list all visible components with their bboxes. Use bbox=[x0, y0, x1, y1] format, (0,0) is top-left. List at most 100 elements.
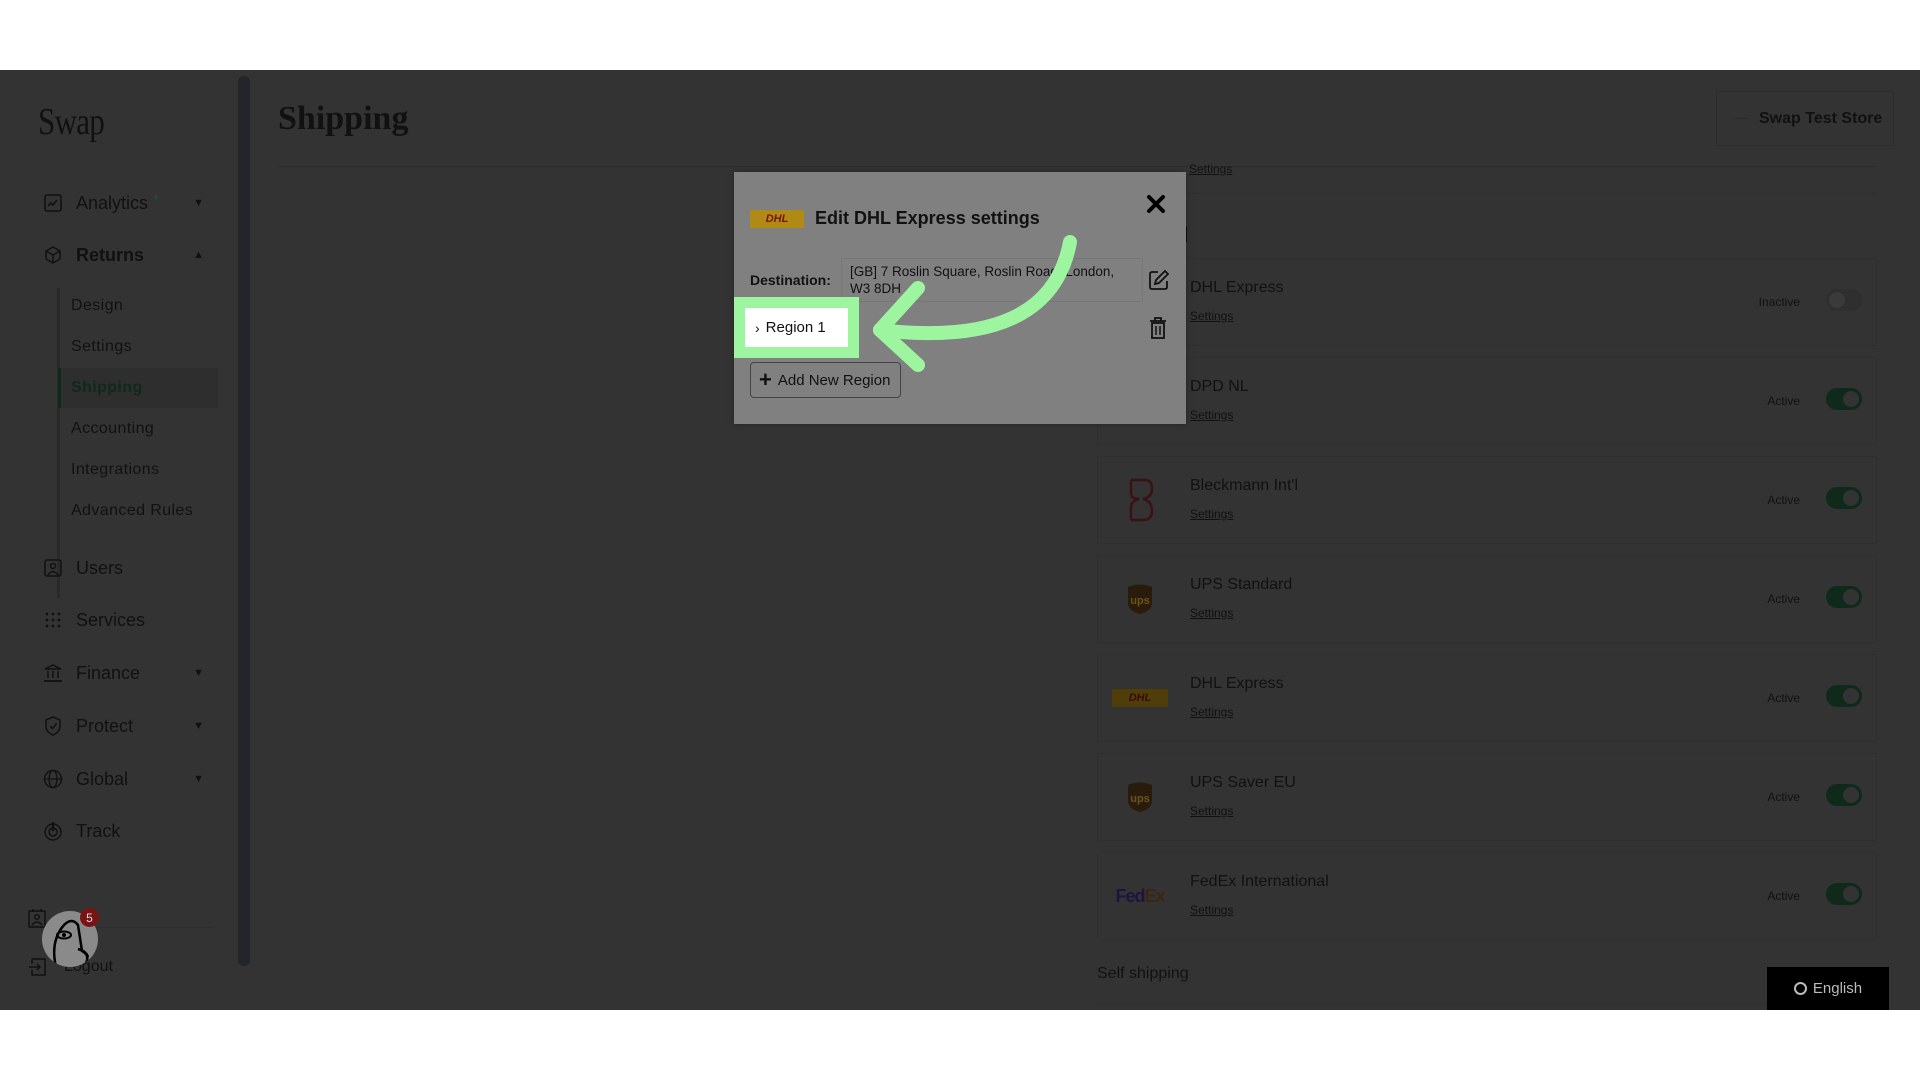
carrier-settings-link[interactable]: Settings bbox=[1190, 606, 1233, 620]
dhl-logo: DHL bbox=[1112, 673, 1168, 723]
bleckmann-logo bbox=[1112, 475, 1168, 525]
sidebar-subitem-design[interactable]: Design bbox=[58, 286, 218, 326]
bank-icon bbox=[42, 662, 64, 684]
ups-logo: ups bbox=[1112, 574, 1168, 624]
carrier-status: Active bbox=[1767, 394, 1800, 408]
carrier-name: DPD NL bbox=[1190, 378, 1249, 395]
sidebar-item-finance[interactable]: Finance ▼ bbox=[42, 658, 212, 688]
carrier-card: DHL Express Settings Inactive bbox=[1097, 258, 1877, 346]
sidebar-item-label: Global bbox=[76, 768, 129, 789]
carrier-status: Active bbox=[1767, 493, 1800, 507]
edit-destination-button[interactable] bbox=[1148, 269, 1170, 291]
edit-icon bbox=[1149, 269, 1170, 290]
sidebar-item-services[interactable]: Services bbox=[42, 605, 212, 635]
store-indicator bbox=[1733, 118, 1749, 119]
chevron-down-icon: ▼ bbox=[193, 773, 204, 785]
language-selector[interactable]: English bbox=[1767, 967, 1889, 1010]
carrier-card: DPD NL Settings Active bbox=[1097, 357, 1877, 445]
logout-icon bbox=[28, 957, 48, 977]
sidebar-item-users[interactable]: Users bbox=[42, 553, 212, 583]
carrier-active-toggle[interactable] bbox=[1826, 586, 1862, 608]
dhl-logo: DHL bbox=[750, 210, 804, 228]
sparkle-icon: ✦ bbox=[152, 192, 161, 204]
carrier-status: Active bbox=[1767, 889, 1800, 903]
title-divider bbox=[278, 166, 1878, 167]
sidebar-subitem-accounting[interactable]: Accounting bbox=[58, 409, 218, 449]
chevron-up-icon: ▲ bbox=[193, 249, 204, 261]
ups-logo: ups bbox=[1112, 772, 1168, 822]
card-divider bbox=[1097, 1003, 1877, 1004]
carrier-status: Active bbox=[1767, 592, 1800, 606]
destination-label: Destination: bbox=[750, 272, 831, 288]
close-button[interactable] bbox=[1146, 194, 1168, 216]
globe-icon bbox=[42, 768, 64, 790]
carrier-card: ups UPS Saver EU Settings Active bbox=[1097, 753, 1877, 841]
chevron-down-icon: ▼ bbox=[193, 720, 204, 732]
self-shipping-heading: Self shipping bbox=[1097, 965, 1189, 982]
sidebar-item-protect[interactable]: Protect ▼ bbox=[42, 711, 212, 741]
carrier-settings-link[interactable]: Settings bbox=[1190, 309, 1233, 323]
globe-icon bbox=[1793, 982, 1807, 995]
sidebar-item-returns[interactable]: Returns ▲ bbox=[42, 240, 212, 270]
language-label: English bbox=[1812, 980, 1863, 997]
carrier-active-toggle[interactable] bbox=[1826, 289, 1862, 311]
svg-text:ups: ups bbox=[1130, 793, 1150, 805]
store-selector[interactable]: Swap Test Store bbox=[1716, 91, 1894, 146]
carrier-card: ups UPS Standard Settings Active bbox=[1097, 555, 1877, 643]
carrier-active-toggle[interactable] bbox=[1826, 685, 1862, 707]
destination-field[interactable]: [GB] 7 Roslin Square, Roslin Road, Londo… bbox=[841, 258, 1143, 302]
sidebar-item-label: Services bbox=[76, 609, 146, 630]
delete-region-button[interactable] bbox=[1149, 317, 1169, 339]
sidebar-item-analytics[interactable]: Analytics ✦ ▼ bbox=[42, 188, 212, 218]
sidebar-item-track[interactable]: Track bbox=[42, 816, 212, 846]
carrier-settings-link[interactable]: Settings bbox=[1190, 804, 1233, 818]
add-new-region-button[interactable]: + Add New Region bbox=[750, 362, 901, 398]
dhl-logo-text: DHL bbox=[765, 213, 789, 225]
sidebar-subitem-integrations[interactable]: Integrations bbox=[58, 450, 218, 490]
carrier-name: UPS Saver EU bbox=[1190, 774, 1296, 791]
carrier-name: DHL Express bbox=[1190, 279, 1284, 296]
carrier-active-toggle[interactable] bbox=[1826, 388, 1862, 410]
add-region-label: Add New Region bbox=[777, 371, 891, 389]
box-icon bbox=[42, 244, 64, 266]
grid-dots-icon bbox=[42, 609, 64, 631]
carrier-card: DHL DHL Express Settings Active bbox=[1097, 654, 1877, 742]
close-icon bbox=[1147, 195, 1165, 213]
sidebar-item-label: Users bbox=[76, 557, 124, 578]
region-label: Region 1 bbox=[765, 319, 826, 336]
carrier-settings-link[interactable]: Settings bbox=[1190, 408, 1233, 422]
plus-icon: + bbox=[759, 367, 772, 392]
user-icon bbox=[42, 557, 64, 579]
sidebar-item-label: Analytics bbox=[76, 192, 149, 213]
carrier-card: Bleckmann Int'l Settings Active bbox=[1097, 456, 1877, 544]
carrier-settings-link[interactable]: Settings bbox=[1189, 162, 1232, 176]
app-logo[interactable]: Swap bbox=[38, 100, 105, 144]
edit-carrier-modal: DHL Edit DHL Express settings Destinatio… bbox=[734, 172, 1186, 424]
sidebar-item-global[interactable]: Global ▼ bbox=[42, 764, 212, 794]
region-accordion-item[interactable]: › Region 1 bbox=[745, 308, 848, 347]
carrier-active-toggle[interactable] bbox=[1826, 487, 1862, 509]
carrier-settings-link[interactable]: Settings bbox=[1190, 507, 1233, 521]
carrier-name: DHL Express bbox=[1190, 675, 1284, 692]
shield-icon bbox=[42, 715, 64, 737]
sidebar: Swap Analytics ✦ ▼ Returns ▲ Design Sett… bbox=[0, 70, 238, 1010]
app-window: Swap Analytics ✦ ▼ Returns ▲ Design Sett… bbox=[0, 70, 1920, 1010]
carrier-settings-link[interactable]: Settings bbox=[1190, 705, 1233, 719]
carrier-active-toggle[interactable] bbox=[1826, 784, 1862, 806]
sidebar-subitem-shipping[interactable]: Shipping bbox=[58, 368, 218, 408]
carrier-active-toggle[interactable] bbox=[1826, 883, 1862, 905]
chevron-down-icon: ▼ bbox=[193, 667, 204, 679]
chevron-right-icon: › bbox=[755, 319, 760, 336]
chart-icon bbox=[42, 192, 64, 214]
page-title: Shipping bbox=[278, 100, 409, 137]
trash-icon bbox=[1150, 317, 1166, 339]
carrier-settings-link[interactable]: Settings bbox=[1190, 903, 1233, 917]
sidebar-scrollbar[interactable] bbox=[238, 76, 250, 966]
sidebar-item-label: Track bbox=[76, 820, 121, 841]
carrier-name: FedEx International bbox=[1190, 873, 1329, 890]
sidebar-item-label: Protect bbox=[76, 715, 134, 736]
sidebar-subitem-advanced-rules[interactable]: Advanced Rules bbox=[58, 491, 218, 531]
fedex-logo: Fed Ex bbox=[1115, 885, 1165, 906]
sidebar-subitem-settings[interactable]: Settings bbox=[58, 327, 218, 367]
card-divider bbox=[1097, 193, 1877, 194]
